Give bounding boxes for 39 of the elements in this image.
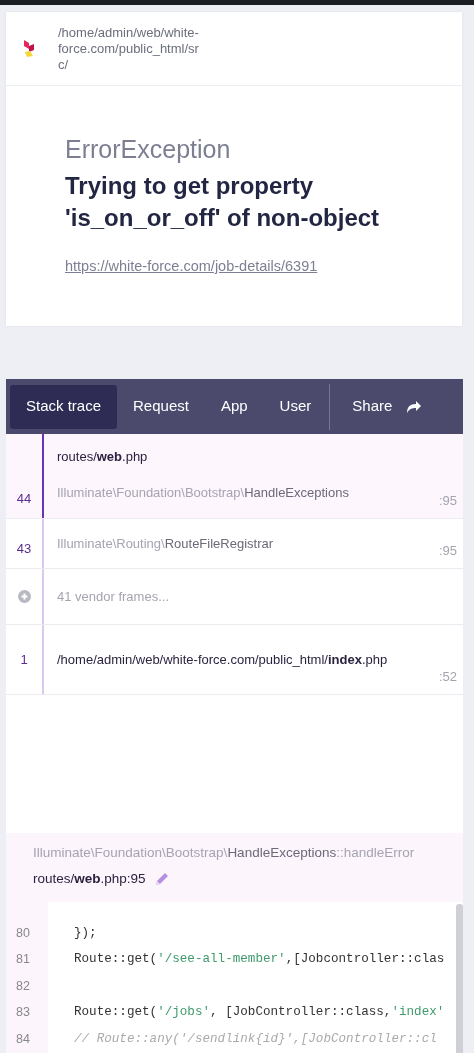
frame-class: Illuminate\Foundation\Bootstrap\HandleExceptions xyxy=(57,484,350,503)
frame-number: 44 xyxy=(16,489,32,508)
line-number: 80 xyxy=(15,924,31,942)
pencil-icon[interactable] xyxy=(153,871,170,888)
logo-icon xyxy=(22,37,36,60)
file-path: /home/admin/web/white-force.com/public_html/src/ xyxy=(58,24,199,73)
frame-line: :52 xyxy=(438,668,457,684)
line-number: 82 xyxy=(15,977,31,995)
frame-number: 43 xyxy=(16,539,32,558)
error-message: Trying to get property 'is_on_or_off' of non-object xyxy=(65,171,381,233)
frame-line: :95 xyxy=(438,492,457,508)
stack-frame[interactable]: 43 Illuminate\Routing\RouteFileRegistrar :95 xyxy=(6,519,463,569)
tab[interactable]: App xyxy=(204,384,264,429)
frame-line: :95 xyxy=(438,542,457,558)
exception-type: ErrorException xyxy=(65,134,232,164)
code-line: }); xyxy=(74,924,98,942)
vendor-frames-label: 41 vendor frames... xyxy=(57,587,170,606)
code-line: Route::get('/see-all-member',[Jobcontroller::clas xyxy=(74,951,446,968)
line-number: 84 xyxy=(15,1030,31,1048)
scrollbar[interactable] xyxy=(456,903,463,1053)
snippet-method: Illuminate\Foundation\Bootstrap\HandleExceptions::handleError xyxy=(32,844,416,862)
snippet-file: routes/web.php:95 xyxy=(33,870,146,889)
code-line: Route::get('/jobs', [JobController::class,'index' xyxy=(74,1004,446,1021)
expand-icon xyxy=(17,590,31,603)
stack-frame[interactable]: 1 /home/admin/web/white-force.com/public_html/index.php :52 xyxy=(6,625,463,695)
stack-frame[interactable]: 44 routes/web.php Illuminate\Foundation\Bootstrap\HandleExceptions :95 xyxy=(6,434,463,519)
request-url-link[interactable]: https://white-force.com/job-details/6391 xyxy=(65,256,318,278)
frame-class: Illuminate\Routing\RouteFileRegistrar xyxy=(57,534,275,553)
tab[interactable]: User xyxy=(263,384,328,429)
share-button[interactable]: Share xyxy=(336,395,439,418)
frame-file: routes/web.php xyxy=(57,449,149,466)
frame-number: 1 xyxy=(20,650,28,669)
code-line: // Route::any('/sendlink{id}',[JobController::cl xyxy=(74,1030,438,1048)
line-number: 81 xyxy=(15,951,31,968)
tab[interactable]: Request xyxy=(117,384,205,429)
tab[interactable]: Stack trace xyxy=(10,384,118,429)
line-number: 83 xyxy=(15,1004,31,1021)
share-icon xyxy=(406,399,423,414)
frame-file: /home/admin/web/white-force.com/public_html/index.php xyxy=(57,651,389,668)
